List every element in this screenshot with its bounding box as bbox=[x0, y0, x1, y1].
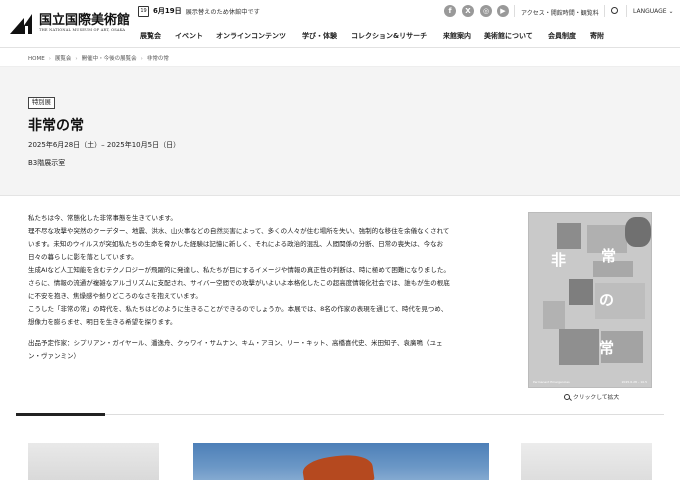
description-line: 生成AIなど人工知能を含むテクノロジーが飛躍的に発達し、私たちが目にするイメージ… bbox=[28, 266, 450, 274]
divider bbox=[604, 5, 605, 17]
exhibition-poster[interactable]: 非 常 の 常 Permanent Emergencies 2025.6.28 … bbox=[528, 212, 652, 388]
poster-char: の bbox=[599, 291, 615, 309]
poster-photo bbox=[559, 329, 599, 365]
enlarge-link[interactable]: クリックして拡大 bbox=[564, 392, 619, 401]
description-line: こうした「非常の常」の時代を、私たちはどのように生きることができるのでしょうか。… bbox=[28, 305, 448, 313]
artist-line: ン・ヴァンミン） bbox=[28, 352, 80, 360]
description-line: に不安を抱き、焦燥感や拠りどころのなさを抱えています。 bbox=[28, 292, 202, 300]
notice-date: 6月19日 bbox=[153, 7, 182, 15]
language-selector[interactable]: LANGUAGE ⌄ bbox=[633, 8, 674, 15]
closure-notice[interactable]: 19 6月19日 展示替えのため休館中です bbox=[138, 4, 260, 18]
description-line: 日々の暮らしに影を落としています。 bbox=[28, 253, 138, 261]
youtube-icon[interactable]: ▶ bbox=[497, 5, 509, 17]
exhibition-type-badge: 特別展 bbox=[28, 97, 55, 109]
magnifier-icon bbox=[564, 393, 570, 400]
description-line: 理不尽な攻撃や突然のクーデター、地震、洪水、山火事などの自然災害によって、多くの… bbox=[28, 227, 450, 235]
nav-exhibitions[interactable]: 展覧会 bbox=[140, 31, 161, 41]
search-icon[interactable] bbox=[611, 7, 618, 14]
poster-photo bbox=[625, 217, 651, 247]
breadcrumb-current: 非常の常 bbox=[146, 56, 169, 62]
exhibition-hero: 特別展 非常の常 2025年6月28日（土）– 2025年10月5日（日） B3… bbox=[0, 67, 680, 196]
logo-japanese-text: 国立国際美術館 bbox=[39, 12, 131, 28]
breadcrumb-home[interactable]: HOME bbox=[28, 56, 45, 62]
museum-logo[interactable]: 国立国際美術館 THE NATIONAL MUSEUM OF ART, OSAK… bbox=[10, 12, 130, 34]
artist-line: 出品予定作家：シプリアン・ガイヤール、潘逸舟、クゥワイ・サムナン、キム・アヨン、… bbox=[28, 339, 443, 347]
poster-photo bbox=[569, 279, 593, 305]
notice-text: 展示替えのため休館中です bbox=[185, 8, 260, 16]
description-line: います。未知のウイルスが突如私たちの生命を脅かした経験は記憶に新しく、それによる… bbox=[28, 240, 444, 248]
enlarge-label: クリックして拡大 bbox=[573, 395, 620, 401]
artwork-thumbnail[interactable] bbox=[28, 443, 159, 480]
chevron-down-icon: ⌄ bbox=[668, 8, 674, 15]
breadcrumb: HOME › 展覧会 › 開催中・今後の展覧会 › 非常の常 bbox=[28, 54, 169, 62]
facebook-icon[interactable]: f bbox=[444, 5, 456, 17]
poster-photo bbox=[557, 223, 581, 249]
description-line: 私たちは今、常態化した非常事態を生きています。 bbox=[28, 214, 177, 222]
nav-online-content[interactable]: オンラインコンテンツ bbox=[216, 31, 286, 41]
divider bbox=[105, 414, 664, 415]
nav-events[interactable]: イベント bbox=[175, 31, 203, 41]
rock-image bbox=[301, 451, 375, 480]
breadcrumb-separator-icon: › bbox=[75, 56, 78, 62]
poster-dates: 2025.6.28 – 10.5 bbox=[621, 380, 647, 384]
exhibition-venue: B3階展示室 bbox=[28, 159, 66, 167]
site-header: 国立国際美術館 THE NATIONAL MUSEUM OF ART, OSAK… bbox=[0, 0, 680, 48]
artist-list: 出品予定作家：シプリアン・ガイヤール、潘逸舟、クゥワイ・サムナン、キム・アヨン、… bbox=[28, 337, 500, 363]
artwork-thumbnail[interactable] bbox=[521, 443, 652, 480]
exhibition-description: 私たちは今、常態化した非常事態を生きています。 理不尽な攻撃や突然のクーデター、… bbox=[28, 212, 500, 329]
breadcrumb-exhibitions[interactable]: 展覧会 bbox=[55, 56, 72, 62]
page-title: 非常の常 bbox=[28, 118, 84, 134]
logo-mark-icon bbox=[10, 12, 36, 34]
language-label: LANGUAGE bbox=[633, 8, 667, 15]
poster-photo bbox=[543, 301, 565, 329]
poster-char: 非 bbox=[551, 251, 567, 269]
instagram-icon[interactable]: ◎ bbox=[480, 5, 492, 17]
nav-visit[interactable]: 来館案内 bbox=[443, 31, 471, 41]
poster-subtitle: Permanent Emergencies bbox=[533, 380, 570, 384]
description-line: さらに、情報の流通が複雑なアルゴリズムに支配され、サイバー空間での攻撃がいよいよ… bbox=[28, 279, 450, 287]
poster-char: 常 bbox=[599, 339, 615, 357]
nav-donation[interactable]: 寄附 bbox=[590, 31, 604, 41]
x-icon[interactable]: X bbox=[462, 5, 474, 17]
exhibition-dates: 2025年6月28日（土）– 2025年10月5日（日） bbox=[28, 141, 181, 149]
breadcrumb-current-upcoming[interactable]: 開催中・今後の展覧会 bbox=[82, 56, 137, 62]
logo-english-text: THE NATIONAL MUSEUM OF ART, OSAKA bbox=[39, 27, 126, 32]
breadcrumb-separator-icon: › bbox=[140, 56, 143, 62]
nav-about[interactable]: 美術館について bbox=[484, 31, 533, 41]
poster-char: 常 bbox=[601, 247, 617, 265]
access-link[interactable]: アクセス・開館時間・観覧料 bbox=[521, 8, 599, 17]
breadcrumb-separator-icon: › bbox=[48, 56, 51, 62]
nav-collection-research[interactable]: コレクション&リサーチ bbox=[351, 31, 427, 41]
calendar-icon: 19 bbox=[138, 5, 149, 17]
nav-membership[interactable]: 会員制度 bbox=[548, 31, 576, 41]
artwork-thumbnail[interactable] bbox=[193, 443, 489, 480]
section-tab-indicator bbox=[16, 413, 105, 416]
divider bbox=[514, 5, 515, 17]
divider bbox=[626, 5, 627, 17]
description-line: 想像力を膨らませ、明日を生きる希望を探ります。 bbox=[28, 318, 177, 326]
nav-learning[interactable]: 学び・体験 bbox=[302, 31, 337, 41]
